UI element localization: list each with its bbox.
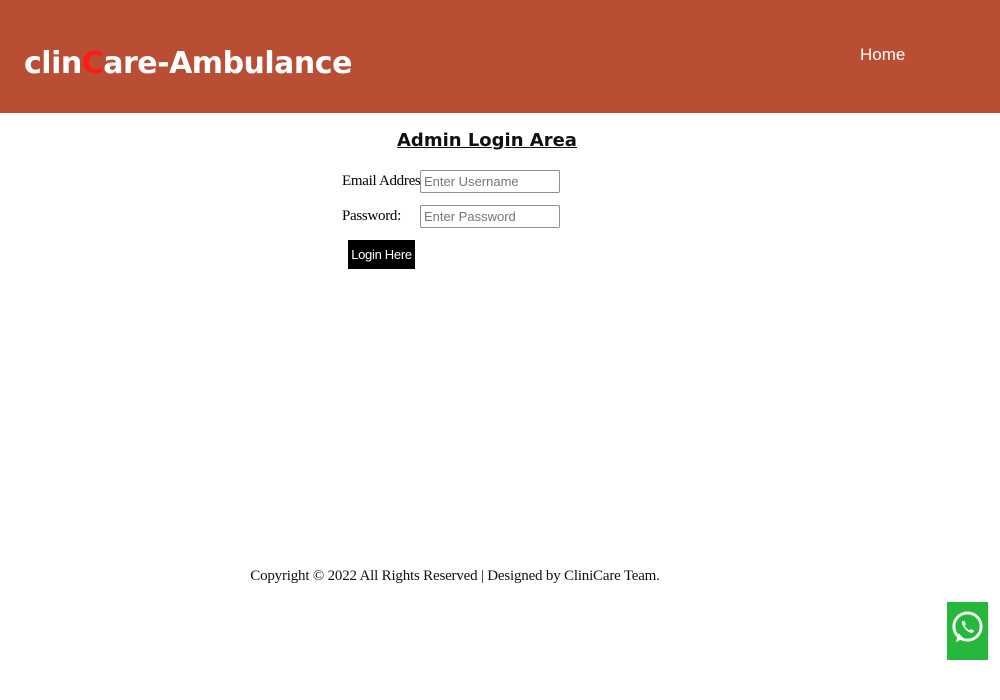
login-button[interactable]: Login Here xyxy=(348,240,415,269)
brand-logo[interactable]: clinCare-Ambulance xyxy=(24,44,352,84)
nav-home-link[interactable]: Home xyxy=(860,44,905,66)
login-title: Admin Login Area xyxy=(397,130,577,151)
footer-copyright: Copyright © 2022 All Rights Reserved | D… xyxy=(250,568,660,584)
password-label: Password: xyxy=(342,208,401,224)
email-field[interactable] xyxy=(420,170,560,193)
whatsapp-button[interactable] xyxy=(947,602,988,660)
site-header: clinCare-Ambulance Home xyxy=(0,0,1000,113)
whatsapp-icon xyxy=(952,611,983,643)
brand-prefix: clin xyxy=(24,46,82,81)
brand-accent: C xyxy=(81,46,104,81)
brand-suffix: are-Ambulance xyxy=(103,46,352,81)
password-field[interactable] xyxy=(420,205,560,228)
email-label: Email Address: xyxy=(342,173,430,189)
